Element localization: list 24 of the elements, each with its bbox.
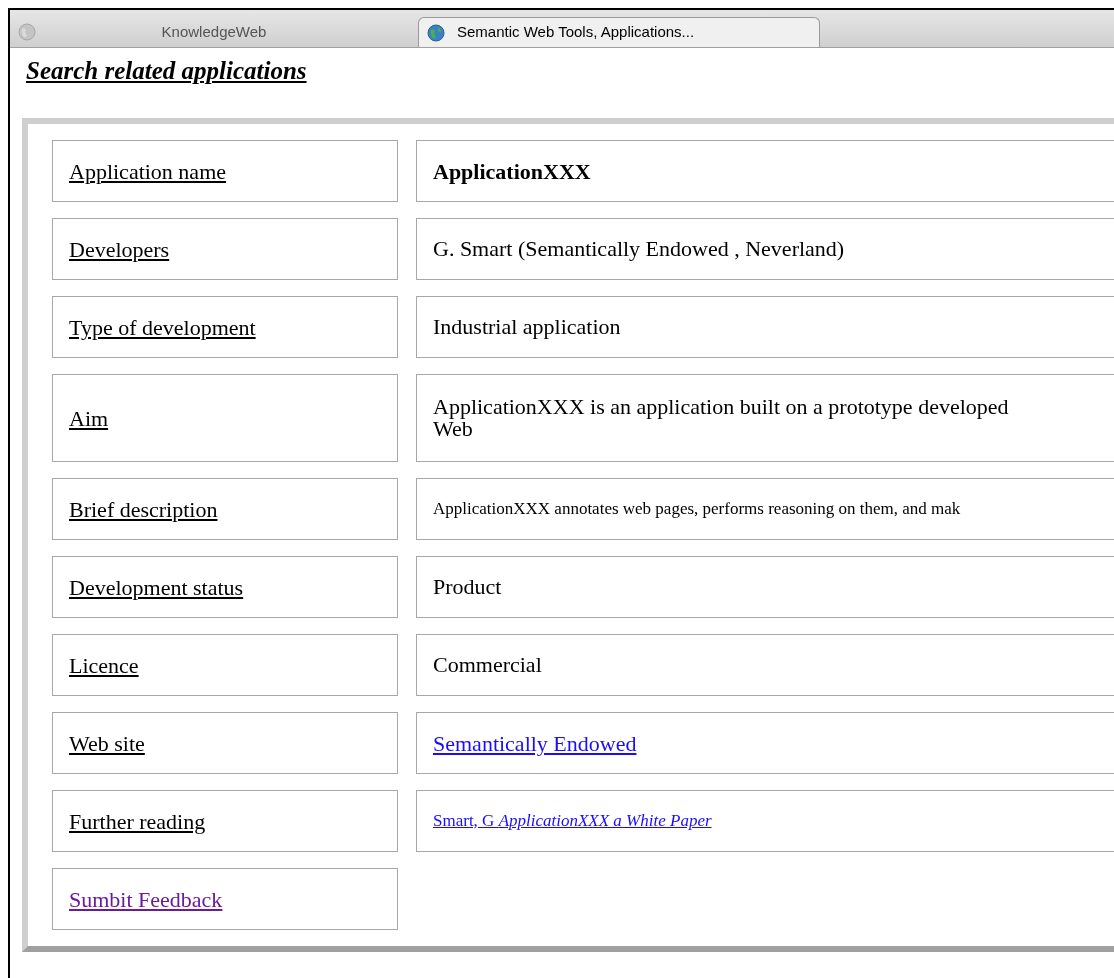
browser-tab[interactable]: Semantic Web Tools, Applications... [418,17,820,47]
field-label-link[interactable]: Application name [69,154,226,188]
field-label-link[interactable]: Development status [69,570,244,604]
field-label-link[interactable]: Web site [69,726,145,760]
field-label-link[interactable]: Licence [69,648,139,682]
globe-icon [427,23,445,42]
cell-value: G. Smart (Semantically Endowed , Neverland) [433,238,845,260]
cell-value: Product [433,576,502,598]
field-label-link[interactable]: Aim [69,401,109,435]
field-label-link[interactable]: Type of development [69,310,256,344]
feedback-link[interactable]: Sumbit Feedback [69,882,223,916]
cell-value: ApplicationXXX annotates web pages, performs reasoning on them, and mak [433,498,961,521]
cell-value: ApplicationXXX [433,157,591,186]
field-label-link[interactable]: Developers [69,232,170,266]
website-link[interactable]: Semantically Endowed [433,726,637,760]
globe-icon [18,23,36,41]
browser-tab[interactable]: KnowledgeWeb [10,17,412,47]
reading-link[interactable]: Smart, G ApplicationXXX a White Paper [433,808,712,834]
cell-value: Industrial application [433,316,621,338]
cell-value: ApplicationXXX is an application built on a prototype developed Web [433,396,1009,440]
field-label-link[interactable]: Further reading [69,804,206,838]
field-label-link[interactable]: Brief description [69,492,218,526]
page-heading: Search related applications [26,56,308,86]
cell-value: Commercial [433,654,542,676]
